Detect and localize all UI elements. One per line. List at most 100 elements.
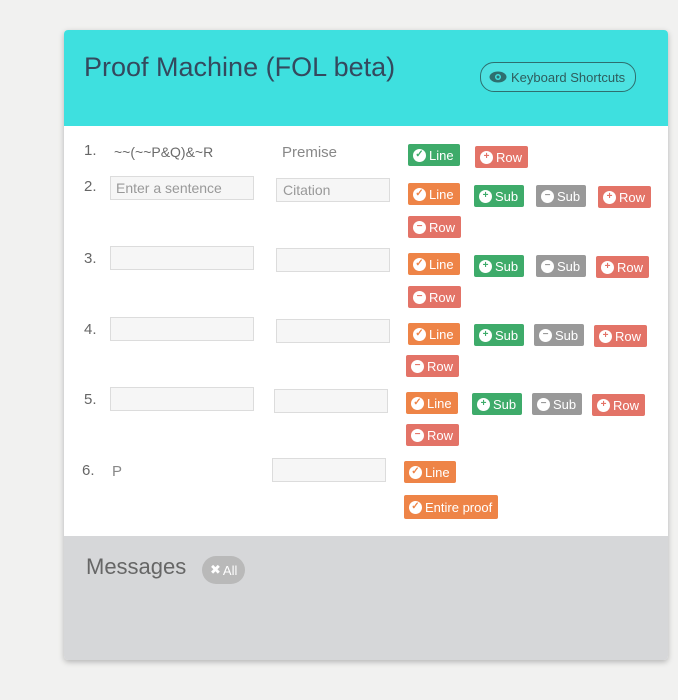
button-label: Sub — [557, 258, 581, 274]
header-bar: Proof Machine (FOL beta) Keyboard Shortc… — [64, 30, 668, 126]
check-icon: ✓ — [409, 465, 422, 479]
button-label: Sub — [495, 327, 519, 343]
citation-input[interactable]: Citation — [276, 178, 390, 202]
remove-row-button[interactable]: − Row — [406, 424, 460, 446]
check-icon: ✓ — [413, 187, 426, 201]
minus-icon: − — [537, 397, 550, 411]
sentence-input[interactable] — [110, 246, 254, 270]
citation-input[interactable] — [276, 248, 390, 272]
citation-input[interactable] — [276, 319, 390, 343]
line-button[interactable]: ✓ Line — [408, 253, 460, 275]
keyboard-shortcuts-label: Keyboard Shortcuts — [511, 69, 626, 85]
add-sub-button[interactable]: + Sub — [474, 324, 525, 346]
minus-icon: − — [411, 359, 424, 373]
messages-title: Messages — [86, 554, 187, 579]
line-button[interactable]: ✓ Line — [406, 392, 458, 414]
minus-icon: − — [413, 290, 426, 304]
button-label: Line — [427, 395, 452, 411]
line-number: 3. — [84, 250, 97, 267]
plus-icon: + — [477, 397, 490, 411]
add-row-button[interactable]: + Row — [592, 394, 646, 416]
button-label: Row — [427, 427, 454, 443]
add-row-button[interactable]: + Row — [594, 325, 648, 347]
line-number: 2. — [84, 178, 97, 195]
remove-row-button[interactable]: − Row — [408, 216, 462, 238]
add-line-button[interactable]: ✓ Line — [408, 144, 460, 166]
button-label: Row — [427, 358, 454, 374]
button-label: Sub — [555, 327, 579, 343]
line-number: 6. — [82, 462, 95, 479]
entire-proof-button[interactable]: ✓ Entire proof — [404, 495, 499, 519]
check-icon: ✓ — [413, 327, 426, 341]
button-label: Sub — [495, 258, 519, 274]
button-label: Row — [429, 219, 456, 235]
minus-icon: − — [539, 328, 552, 342]
minus-icon: − — [411, 428, 424, 442]
button-label: Row — [613, 397, 640, 413]
line-button[interactable]: ✓ Line — [404, 461, 456, 483]
sentence-text: ~~(~~P&Q)&~R — [114, 144, 214, 160]
minus-icon: − — [413, 220, 426, 234]
plus-icon: + — [603, 190, 616, 204]
remove-sub-button[interactable]: − Sub — [532, 393, 583, 415]
button-label: Sub — [495, 188, 519, 204]
button-label: Line — [429, 186, 454, 202]
eye-icon — [489, 71, 507, 83]
line-button[interactable]: ✓ Line — [408, 183, 460, 205]
check-icon: ✓ — [409, 500, 422, 514]
citation-input[interactable] — [272, 458, 386, 482]
messages-panel: Messages ✖ All — [64, 536, 668, 660]
sentence-input[interactable] — [110, 317, 254, 341]
remove-sub-button[interactable]: − Sub — [536, 185, 587, 207]
button-label: Line — [429, 256, 454, 272]
line-number: 1. — [84, 142, 97, 159]
button-label: Line — [429, 147, 454, 163]
button-label: Sub — [493, 396, 517, 412]
plus-icon: + — [599, 329, 612, 343]
minus-icon: − — [541, 259, 554, 273]
clear-all-messages-button[interactable]: ✖ All — [202, 556, 246, 584]
remove-row-button[interactable]: − Row — [408, 286, 462, 308]
plus-icon: + — [479, 328, 492, 342]
plus-icon: + — [480, 150, 493, 164]
close-icon: ✖ — [210, 562, 221, 577]
add-row-button[interactable]: + Row — [596, 256, 650, 278]
remove-sub-button[interactable]: − Sub — [536, 255, 587, 277]
sentence-input[interactable]: Enter a sentence — [110, 176, 254, 200]
add-row-button[interactable]: + Row — [475, 146, 529, 168]
line-number: 5. — [84, 391, 97, 408]
button-label: Sub — [553, 396, 577, 412]
add-row-button[interactable]: + Row — [598, 186, 652, 208]
sentence-text: P — [112, 463, 123, 480]
plus-icon: + — [601, 260, 614, 274]
plus-icon: + — [479, 259, 492, 273]
button-label: Line — [425, 464, 450, 480]
check-icon: ✓ — [413, 148, 426, 162]
plus-icon: + — [479, 189, 492, 203]
button-label: Sub — [557, 188, 581, 204]
add-sub-button[interactable]: + Sub — [472, 393, 523, 415]
sentence-input[interactable] — [110, 387, 254, 411]
citation-text: Premise — [282, 144, 338, 161]
button-label: Row — [496, 149, 523, 165]
check-icon: ✓ — [413, 257, 426, 271]
button-label: Line — [429, 326, 454, 342]
keyboard-shortcuts-button[interactable]: Keyboard Shortcuts — [480, 62, 637, 92]
add-sub-button[interactable]: + Sub — [474, 255, 525, 277]
button-label: Row — [429, 289, 456, 305]
remove-row-button[interactable]: − Row — [406, 355, 460, 377]
page-title: Proof Machine (FOL beta) — [84, 52, 396, 82]
clear-all-label: All — [222, 562, 238, 578]
check-icon: ✓ — [411, 396, 424, 410]
proof-machine-panel: Proof Machine (FOL beta) Keyboard Shortc… — [64, 30, 668, 660]
remove-sub-button[interactable]: − Sub — [534, 324, 585, 346]
line-button[interactable]: ✓ Line — [408, 323, 460, 345]
button-label: Entire proof — [425, 499, 493, 515]
add-sub-button[interactable]: + Sub — [474, 185, 525, 207]
minus-icon: − — [541, 189, 554, 203]
button-label: Row — [617, 259, 644, 275]
line-number: 4. — [84, 321, 97, 338]
citation-input[interactable] — [274, 389, 388, 413]
button-label: Row — [619, 189, 646, 205]
plus-icon: + — [597, 398, 610, 412]
